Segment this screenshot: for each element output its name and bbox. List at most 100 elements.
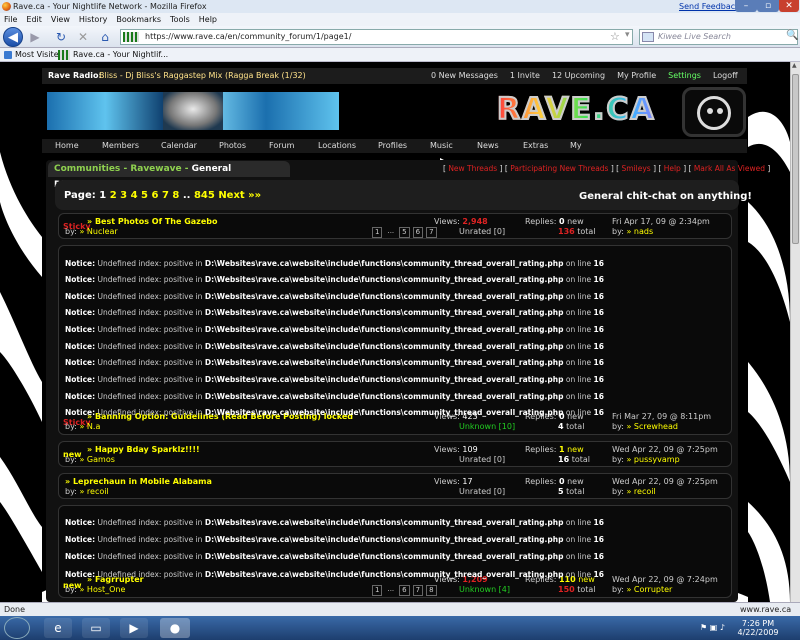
site-logo[interactable]: RAVE.CA xyxy=(496,90,674,130)
page-next[interactable]: Next »» xyxy=(218,190,261,201)
last-post-user[interactable]: » nads xyxy=(626,227,653,236)
thread-title[interactable]: » Leprechaun in Mobile Alabama xyxy=(65,477,212,486)
page-6[interactable]: 6 xyxy=(152,190,159,201)
my-profile-link[interactable]: My Profile xyxy=(617,68,656,84)
invite-link[interactable]: 1 Invite xyxy=(510,68,540,84)
last-post-user[interactable]: » pussyvamp xyxy=(626,455,679,464)
logoff-link[interactable]: Logoff xyxy=(713,68,738,84)
search-go-icon[interactable]: 🔍 xyxy=(786,30,798,41)
thread-author[interactable]: » Host_One xyxy=(79,585,125,594)
crumb-communities[interactable]: Communities xyxy=(54,164,120,174)
url-dropdown-icon[interactable]: ▾ xyxy=(625,30,630,40)
nav-home[interactable]: Home xyxy=(55,139,79,153)
scrollbar-thumb[interactable] xyxy=(792,74,799,244)
menu-history[interactable]: History xyxy=(78,13,108,26)
last-post-user[interactable]: » recoil xyxy=(626,487,655,496)
notice-path: D:\Websites\rave.ca\website\include\func… xyxy=(204,392,564,401)
help-link[interactable]: Help xyxy=(664,164,681,173)
bookmark-rave[interactable]: Rave.ca - Your Nightlif... xyxy=(73,48,168,62)
menu-file[interactable]: File xyxy=(3,13,18,26)
page-1[interactable]: 1 xyxy=(99,190,106,201)
banner-image[interactable] xyxy=(47,92,339,130)
page-7[interactable]: 7 xyxy=(162,190,169,201)
clock[interactable]: 7:26 PM 4/22/2009 xyxy=(733,619,783,637)
back-button-icon[interactable]: ◀ xyxy=(3,27,23,47)
media-player-icon[interactable]: ▶ xyxy=(120,618,148,638)
folder-icon[interactable]: ▭ xyxy=(82,618,110,638)
nav-forum[interactable]: Forum xyxy=(269,139,294,153)
thread-row[interactable]: » Leprechaun in Mobile Alabama by: » rec… xyxy=(58,473,732,499)
system-tray-icons[interactable]: ⚑ ▣ ♪ xyxy=(700,623,725,632)
thread-page[interactable]: 7 xyxy=(426,227,437,238)
total-count: 5 xyxy=(558,487,564,496)
nav-locations[interactable]: Locations xyxy=(318,139,356,153)
messages-link[interactable]: 0 New Messages xyxy=(431,68,498,84)
stop-icon[interactable]: ✕ xyxy=(75,29,91,45)
thread-page[interactable]: 6 xyxy=(399,585,410,596)
menu-view[interactable]: View xyxy=(50,13,71,26)
thread-page[interactable]: 5 xyxy=(399,227,410,238)
thread-page[interactable]: 7 xyxy=(412,585,424,596)
search-input[interactable]: Kiwee Live Search xyxy=(639,29,798,45)
mark-all-link[interactable]: Mark All As Viewed xyxy=(694,164,765,173)
last-post-user[interactable]: » Screwhead xyxy=(626,422,677,431)
thread-page[interactable]: 6 xyxy=(412,227,424,238)
thread-page[interactable]: 8 xyxy=(426,585,437,596)
thread-author[interactable]: » Gamos xyxy=(79,455,114,464)
nav-music[interactable]: Music xyxy=(430,139,453,153)
nav-profiles[interactable]: Profiles xyxy=(378,139,407,153)
menu-bookmarks[interactable]: Bookmarks xyxy=(115,13,162,26)
nav-news[interactable]: News xyxy=(477,139,499,153)
radio-song[interactable]: Bliss - Dj Bliss's Raggastep Mix (Ragga … xyxy=(99,68,306,84)
minimize-button[interactable]: – xyxy=(735,0,757,12)
thread-title[interactable]: » Best Photos Of The Gazebo xyxy=(87,217,217,226)
send-feedback-link[interactable]: Send Feedback xyxy=(679,0,740,13)
forum-breadcrumb: Communities - Ravewave - General Discuss… xyxy=(48,161,290,190)
thread-author[interactable]: » N.a xyxy=(79,422,100,431)
page-last[interactable]: 845 xyxy=(194,190,215,201)
menu-help[interactable]: Help xyxy=(198,13,218,26)
firefox-task-icon[interactable]: ● xyxy=(160,618,190,638)
page-scrollbar[interactable]: ▲ xyxy=(790,62,800,602)
reload-icon[interactable]: ↻ xyxy=(53,29,69,45)
page-8[interactable]: 8 xyxy=(172,190,179,201)
page-2[interactable]: 2 xyxy=(110,190,117,201)
crumb-ravewave[interactable]: Ravewave xyxy=(130,164,181,174)
bookmark-star-icon[interactable]: ☆ xyxy=(610,30,620,43)
home-icon[interactable]: ⌂ xyxy=(97,29,113,45)
thread-page[interactable]: 1 xyxy=(372,227,383,238)
nav-members[interactable]: Members xyxy=(102,139,139,153)
thread-row[interactable]: Sticky » Best Photos Of The Gazebo by: »… xyxy=(58,213,732,239)
ie-icon[interactable]: e xyxy=(44,618,72,638)
page-3[interactable]: 3 xyxy=(120,190,127,201)
search-engine-icon[interactable] xyxy=(642,32,654,42)
start-button-icon[interactable] xyxy=(4,617,30,639)
thread-author[interactable]: » Nuclear xyxy=(79,227,117,236)
settings-link[interactable]: Settings xyxy=(668,68,701,84)
nav-extras[interactable]: Extras xyxy=(523,139,548,153)
page-4[interactable]: 4 xyxy=(131,190,138,201)
bookmark-most-visited[interactable]: Most Visited xyxy=(15,48,64,62)
thread-page[interactable]: 1 xyxy=(372,585,383,596)
page-5[interactable]: 5 xyxy=(141,190,148,201)
menu-tools[interactable]: Tools xyxy=(169,13,191,26)
window-titlebar: Rave.ca - Your Nightlife Network - Mozil… xyxy=(0,0,800,13)
upcoming-link[interactable]: 12 Upcoming xyxy=(552,68,605,84)
nav-my[interactable]: My xyxy=(570,139,582,153)
notice-online: on line xyxy=(565,570,592,579)
menu-edit[interactable]: Edit xyxy=(25,13,43,26)
forward-button-icon[interactable]: ▶ xyxy=(27,29,43,45)
url-bar[interactable]: https://www.rave.ca/en/community_forum/1… xyxy=(120,29,633,45)
thread-title[interactable]: » Happy Bday Sparklz!!!! xyxy=(87,445,200,454)
nav-photos[interactable]: Photos xyxy=(219,139,246,153)
thread-author[interactable]: » recoil xyxy=(79,487,108,496)
close-button[interactable]: ✕ xyxy=(779,0,799,12)
maximize-button[interactable]: ▫ xyxy=(757,0,779,12)
smileys-link[interactable]: Smileys xyxy=(621,164,650,173)
last-post-user[interactable]: » Corrupter xyxy=(626,585,672,594)
thread-row[interactable]: new » Happy Bday Sparklz!!!! by: » Gamos… xyxy=(58,441,732,467)
new-threads-link[interactable]: New Threads xyxy=(448,164,497,173)
participating-link[interactable]: Participating New Threads xyxy=(510,164,608,173)
nav-calendar[interactable]: Calendar xyxy=(161,139,197,153)
scroll-up-icon[interactable]: ▲ xyxy=(792,62,799,72)
